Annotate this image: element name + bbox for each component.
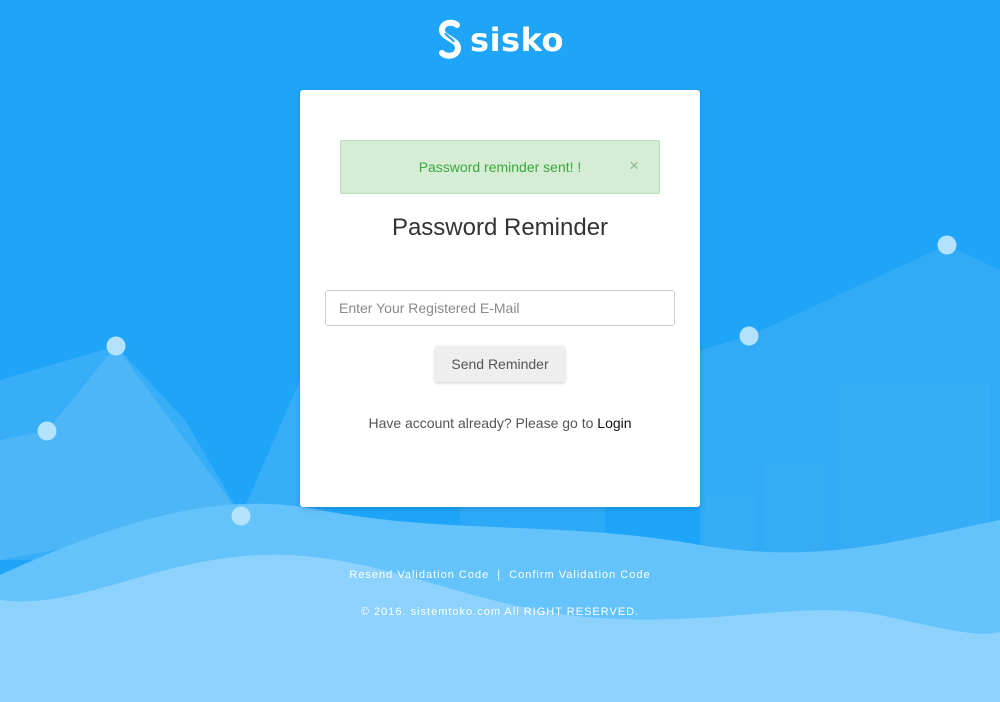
brand-logo: sisko xyxy=(0,18,1000,62)
login-link[interactable]: Login xyxy=(597,415,631,431)
page-title: Password Reminder xyxy=(391,214,609,241)
confirm-validation-link[interactable]: Confirm Validation Code xyxy=(509,569,650,581)
email-field[interactable] xyxy=(325,290,675,326)
password-reminder-card: Password reminder sent! ! × Password Rem… xyxy=(300,90,700,507)
success-alert: Password reminder sent! ! × xyxy=(340,140,660,194)
copyright-text: © 2016. sistemtoko.com All RIGHT RESERVE… xyxy=(360,606,640,618)
login-prompt: Have account already? Please go to Login xyxy=(300,415,700,431)
footer-links: Resend Validation Code | Confirm Validat… xyxy=(0,569,1000,581)
login-prompt-text: Have account already? Please go to xyxy=(368,415,594,431)
sisko-logo-icon xyxy=(439,19,462,59)
brand-name: sisko xyxy=(470,21,564,59)
alert-message: Password reminder sent! ! xyxy=(418,159,582,175)
resend-validation-link[interactable]: Resend Validation Code xyxy=(349,569,489,581)
close-icon[interactable]: × xyxy=(629,157,639,175)
send-reminder-button[interactable]: Send Reminder xyxy=(435,346,565,382)
footer-separator: | xyxy=(497,569,502,581)
